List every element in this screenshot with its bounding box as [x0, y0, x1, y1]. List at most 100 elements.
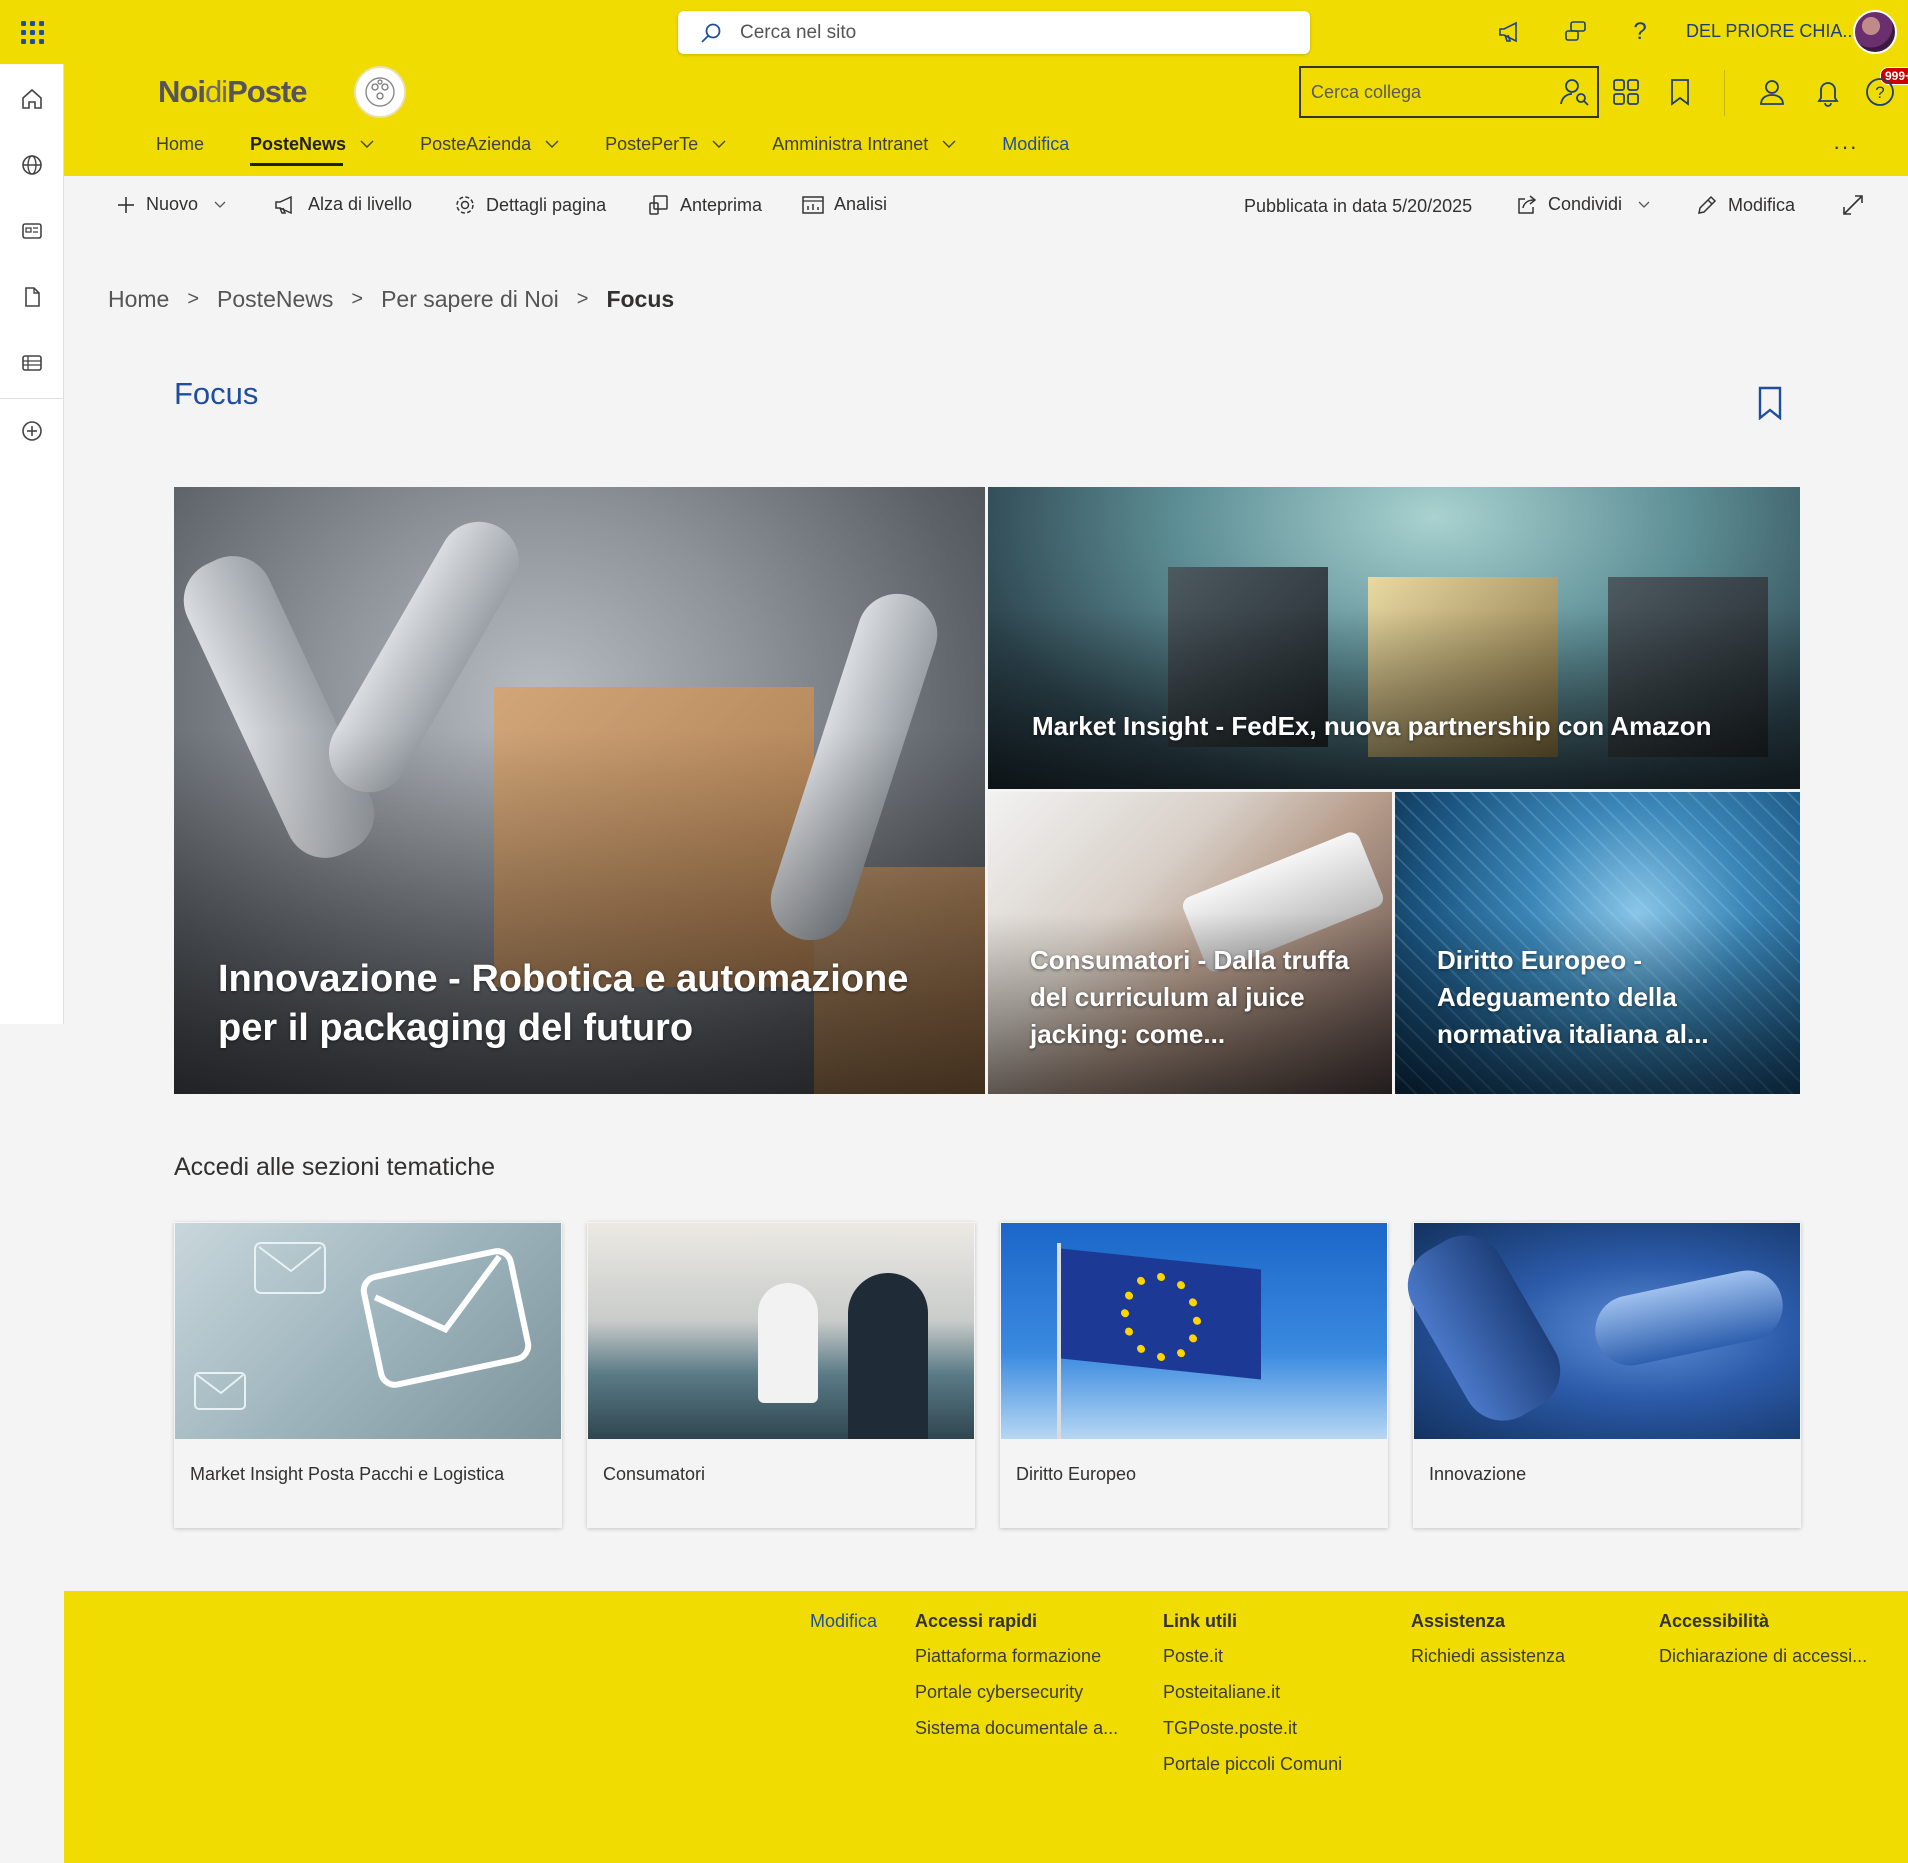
edit-button[interactable]: Modifica [1696, 194, 1795, 216]
person-search-icon [1560, 79, 1589, 106]
help-icon[interactable]: ? [1626, 18, 1654, 46]
footer-link[interactable]: Dichiarazione di accessi... [1659, 1646, 1867, 1667]
share-icon [1518, 194, 1537, 214]
feedback-icon[interactable] [1562, 18, 1590, 46]
hero-tile-bottom-left[interactable]: Consumatori - Dalla truffa del curriculu… [988, 792, 1392, 1094]
home-icon[interactable] [18, 85, 46, 113]
nav-item-amministra-intranet[interactable]: Amministra Intranet [772, 126, 956, 162]
card-image-person [758, 1283, 818, 1403]
published-date: Pubblicata in data 5/20/2025 [1244, 196, 1473, 216]
chevron-down-icon [942, 140, 956, 148]
news-icon[interactable] [18, 217, 46, 245]
community-logo-icon[interactable] [354, 66, 406, 118]
footer-link[interactable]: Piattaforma formazione [915, 1646, 1118, 1667]
breadcrumb-item-per-sapere[interactable]: Per sapere di Noi [381, 286, 559, 313]
edit-label: Modifica [1728, 194, 1796, 215]
analytics-button[interactable]: Analisi [802, 194, 887, 215]
preview-button[interactable]: Anteprima [648, 194, 762, 216]
breadcrumb-separator: > [187, 288, 200, 310]
colleague-search-input[interactable]: Cerca collega [1299, 66, 1599, 118]
nav-edit-link[interactable]: Modifica [1002, 134, 1069, 155]
footer-link[interactable]: Portale cybersecurity [915, 1682, 1118, 1703]
hero-news: Innovazione - Robotica e automazione per… [174, 487, 1800, 1094]
chevron-down-icon [360, 140, 374, 148]
footer-column-title: Accessi rapidi [915, 1611, 1038, 1631]
footer-link[interactable]: Portale piccoli Comuni [1163, 1754, 1342, 1775]
section-title: Accedi alle sezioni tematiche [174, 1153, 495, 1181]
share-button[interactable]: Condividi [1516, 194, 1660, 215]
svg-text:?: ? [1875, 83, 1884, 102]
footer-column-title: Link utili [1163, 1611, 1237, 1631]
profile-icon[interactable] [1754, 74, 1790, 110]
topic-card-consumatori[interactable]: Consumatori [587, 1222, 975, 1528]
analytics-label: Analisi [834, 194, 888, 214]
help-circle-icon[interactable]: ? [1862, 74, 1898, 110]
save-page-bookmark-icon[interactable] [1757, 386, 1783, 425]
footer-edit-link[interactable]: Modifica [810, 1611, 877, 1632]
hero-tile-bottom-right[interactable]: Diritto Europeo - Adeguamento della norm… [1395, 792, 1800, 1094]
share-label: Condividi [1548, 194, 1623, 214]
card-image-robot-finger [1588, 1264, 1790, 1372]
list-icon[interactable] [18, 349, 46, 377]
search-icon [701, 23, 721, 43]
new-button[interactable]: Nuovo [116, 194, 236, 215]
nav-item-home[interactable]: Home [156, 126, 204, 162]
add-circle-icon[interactable] [18, 417, 46, 445]
bell-icon[interactable] [1810, 74, 1846, 110]
user-name[interactable]: DEL PRIORE CHIA... [1686, 21, 1857, 42]
hero-tile-top-right[interactable]: Market Insight - FedEx, nuova partnershi… [988, 487, 1800, 789]
card-label: Innovazione [1429, 1464, 1527, 1484]
footer-link[interactable]: Posteitaliane.it [1163, 1682, 1342, 1703]
footer-link[interactable]: Richiedi assistenza [1411, 1646, 1565, 1667]
topic-card-diritto-europeo[interactable]: Diritto Europeo [1000, 1222, 1388, 1528]
logo-text-noi: Noi [158, 74, 206, 109]
hero-bottom-left-caption: Consumatori - Dalla truffa del curriculu… [1030, 945, 1350, 1049]
topic-card-innovazione[interactable]: Innovazione [1393, 1220, 1801, 1528]
avatar[interactable] [1853, 10, 1897, 54]
footer-link[interactable]: Poste.it [1163, 1646, 1342, 1667]
breadcrumb-current: Focus [606, 286, 675, 312]
megaphone-icon [275, 195, 292, 214]
app-launcher-icon[interactable] [0, 0, 64, 64]
more-options-icon[interactable]: ··· [1833, 134, 1858, 160]
hero-bottom-right-caption: Diritto Europeo - Adeguamento della norm… [1437, 945, 1709, 1049]
chevron-down-icon [712, 140, 726, 148]
chevron-down-icon [214, 201, 226, 208]
nav-item-posteazienda[interactable]: PosteAzienda [420, 126, 559, 162]
nav-item-posteperte[interactable]: PostePerTe [605, 126, 726, 162]
page-details-button[interactable]: Dettagli pagina [454, 194, 606, 216]
expand-button[interactable] [1842, 194, 1874, 216]
chevron-down-icon [1638, 201, 1650, 208]
card-label: Market Insight Posta Pacchi e Logistica [190, 1464, 505, 1484]
page-title: Focus [174, 376, 259, 411]
promote-button[interactable]: Alza di livello [274, 194, 412, 215]
breadcrumb-separator: > [351, 288, 364, 310]
expand-icon [1843, 195, 1863, 215]
megaphone-icon[interactable] [1496, 18, 1524, 46]
apps-grid-icon[interactable] [1608, 74, 1644, 110]
hero-tile-main[interactable]: Innovazione - Robotica e automazione per… [174, 487, 985, 1094]
site-logo[interactable]: NoidiPoste [158, 74, 308, 110]
footer-link[interactable]: Sistema documentale a... [915, 1718, 1118, 1739]
logo-text-poste: Poste [227, 74, 307, 109]
bookmark-icon[interactable] [1662, 74, 1698, 110]
nav-label: PosteAzienda [420, 133, 532, 154]
site-search-input[interactable]: Cerca nel sito [678, 11, 1310, 54]
nav-item-postenews[interactable]: PosteNews [250, 126, 374, 166]
topic-card-market-insight[interactable]: Market Insight Posta Pacchi e Logistica [174, 1222, 562, 1528]
rail-divider [0, 398, 64, 399]
breadcrumb-item-home[interactable]: Home [108, 286, 169, 313]
file-icon[interactable] [18, 283, 46, 311]
card-image [1393, 1220, 1800, 1439]
breadcrumb-item-postenews[interactable]: PosteNews [217, 286, 333, 313]
site-navigation: Home PosteNews PosteAzienda PostePerTe A… [156, 126, 1069, 166]
footer-link[interactable]: TGPoste.poste.it [1163, 1718, 1342, 1739]
globe-icon[interactable] [18, 151, 46, 179]
pencil-icon [1698, 195, 1717, 214]
nav-label: Home [156, 133, 205, 154]
logo-text-di: di [204, 74, 228, 109]
footer-column-title: Assistenza [1411, 1611, 1506, 1631]
site-search-placeholder: Cerca nel sito [740, 21, 857, 43]
footer-column-assistenza: Assistenza Richiedi assistenza [1411, 1611, 1565, 1682]
footer-column-accessi-rapidi: Accessi rapidi Piattaforma formazione Po… [915, 1611, 1118, 1754]
